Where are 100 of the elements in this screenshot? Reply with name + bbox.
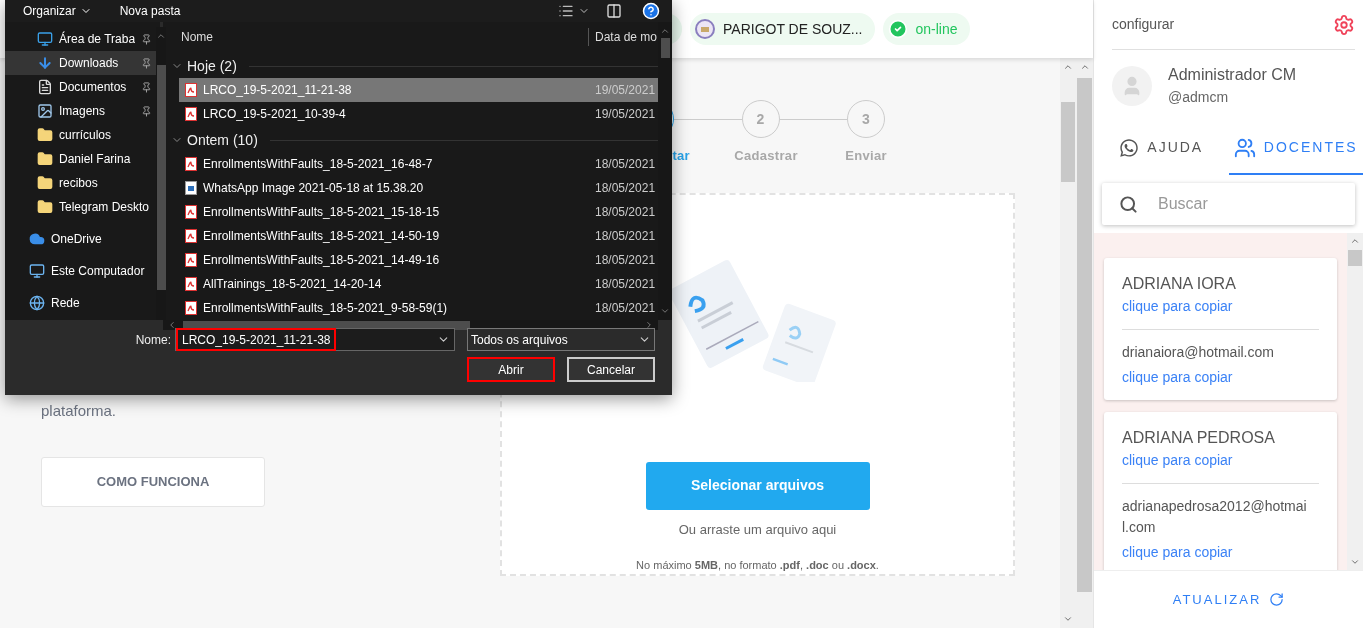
scroll-up-icon[interactable] (1079, 62, 1090, 72)
copy-link[interactable]: clique para copiar (1122, 542, 1319, 563)
scrollbar[interactable] (1060, 58, 1076, 628)
pdf-file-icon (185, 253, 197, 267)
nav-item[interactable]: OneDrive (5, 227, 157, 251)
preview-pane-icon[interactable] (606, 3, 622, 19)
scrollbar[interactable] (156, 27, 167, 320)
pdf-file-icon (185, 301, 197, 315)
scroll-thumb[interactable] (183, 320, 470, 330)
tab[interactable]: AJUDA (1094, 122, 1229, 175)
intro-text: plataforma. (41, 401, 118, 421)
dialog-button[interactable]: Abrir (467, 357, 555, 382)
settings-icon[interactable] (1333, 13, 1355, 36)
filename-field[interactable]: LRCO_19-5-2021_11-21-38 (175, 328, 455, 351)
scroll-thumb[interactable] (1348, 250, 1362, 266)
user-handle: @admcm (1168, 88, 1230, 107)
chip: on-line (882, 13, 970, 45)
teacher-name: ADRIANA IORA (1122, 274, 1237, 294)
scroll-up-icon[interactable] (156, 31, 167, 41)
pdf-file-icon (185, 107, 197, 121)
filename-label: Nome: (134, 331, 171, 349)
new-folder-button[interactable]: Nova pasta (119, 2, 181, 20)
desktop-icon (37, 31, 53, 47)
refresh-icon (1269, 592, 1285, 607)
school-logo-icon (695, 19, 715, 39)
column-header[interactable]: Nome (163, 27, 589, 46)
settings-label: configurar (1112, 15, 1175, 34)
view-options-icon[interactable] (558, 3, 574, 19)
copy-link[interactable]: clique para copiar (1122, 367, 1319, 388)
network-icon (29, 295, 45, 311)
scrollbar[interactable] (1347, 233, 1363, 570)
copy-link[interactable]: clique para copiar (1122, 450, 1319, 471)
scroll-thumb[interactable] (156, 65, 166, 290)
cloud-icon (29, 231, 45, 247)
file-type-select[interactable]: Todos os arquivos (467, 328, 655, 351)
folder-icon (37, 199, 53, 215)
pdf-file-icon (185, 83, 197, 97)
group-header[interactable]: Hoje (2) (187, 55, 237, 77)
column-header[interactable]: Data de mo (589, 27, 658, 46)
nav-item[interactable]: Imagens (5, 99, 157, 123)
pdf-file-icon (185, 277, 197, 291)
drag-hint: Ou arraste um arquivo aqui (678, 520, 837, 539)
scroll-down-icon[interactable] (1350, 557, 1360, 567)
computer-icon (29, 263, 45, 279)
folder-icon (37, 127, 53, 143)
nav-item[interactable]: currículos (5, 123, 157, 147)
scroll-thumb[interactable] (1061, 102, 1075, 182)
nav-item[interactable]: Este Computador (5, 259, 157, 283)
teacher-name: ADRIANA PEDROSA (1122, 428, 1276, 448)
scroll-right-icon[interactable] (644, 320, 654, 330)
search-field[interactable]: Buscar (1102, 183, 1355, 225)
picture-icon (37, 103, 53, 119)
teacher-email: drianaiora@hotmail.com (1122, 343, 1275, 362)
folder-icon (37, 175, 53, 191)
nav-item[interactable]: Rede (5, 291, 157, 315)
step-label: Enviar (845, 147, 887, 165)
pdf-file-icon (185, 205, 197, 219)
scroll-down-icon[interactable] (660, 306, 670, 316)
scroll-thumb[interactable] (1077, 78, 1092, 592)
chip: PARIGOT DE SOUZ... (690, 13, 875, 45)
nav-item[interactable]: Daniel Farina (5, 147, 157, 171)
image-file-icon (185, 181, 197, 195)
nav-item[interactable]: Telegram Deskto (5, 195, 157, 219)
dialog-button[interactable]: Cancelar (567, 357, 655, 382)
scroll-up-icon[interactable] (660, 26, 670, 36)
nav-item[interactable]: recibos (5, 171, 157, 195)
scroll-up-icon[interactable] (1063, 62, 1073, 72)
search-icon (1119, 194, 1138, 214)
teacher-email: adrianapedrosa2012@hotmail.com (1122, 497, 1307, 537)
scroll-thumb[interactable] (660, 38, 670, 58)
file-row[interactable]: LRCO_19-5-2021_10-39-4 19/05/2021 (179, 102, 658, 126)
step-label: Cadastrar (734, 147, 798, 165)
step-label: tar (672, 147, 690, 165)
download-icon (37, 55, 53, 71)
user-name: Administrador CM (1168, 65, 1297, 85)
filename-value: LRCO_19-5-2021_11-21-38 (176, 328, 336, 351)
folder-icon (37, 151, 53, 167)
whatsapp-icon (1119, 137, 1140, 158)
help-icon[interactable] (642, 2, 660, 20)
refresh-button[interactable]: ATUALIZAR (1094, 570, 1363, 628)
group-header[interactable]: Ontem (10) (187, 129, 258, 151)
file-row[interactable]: EnrollmentsWithFaults_18-5-2021_16-48-7 18/05/2021 (179, 152, 658, 176)
tab[interactable]: DOCENTES (1228, 122, 1363, 175)
pdf-file-icon (185, 157, 197, 171)
check-icon (887, 19, 908, 39)
scrollbar[interactable] (1076, 58, 1093, 628)
document-icon (37, 79, 53, 95)
nav-item[interactable]: Documentos (5, 75, 157, 99)
file-row[interactable]: LRCO_19-5-2021_11-21-38 19/05/2021 (179, 78, 658, 102)
nav-item[interactable]: Downloads (5, 51, 157, 75)
how-it-works-button[interactable]: COMO FUNCIONA (41, 456, 265, 507)
file-limits-text: No máximo 5MB, no formato .pdf, .doc ou .docx. (636, 558, 879, 573)
copy-link[interactable]: clique para copiar (1122, 296, 1319, 317)
nav-item[interactable]: Área de Traba (5, 27, 157, 51)
organize-menu[interactable]: Organizar (23, 2, 92, 20)
scroll-up-icon[interactable] (1350, 236, 1360, 246)
search-input[interactable]: Buscar (1158, 192, 1338, 216)
pdf-file-icon (185, 229, 197, 243)
scroll-left-icon[interactable] (167, 320, 177, 330)
scroll-down-icon[interactable] (1063, 614, 1073, 624)
